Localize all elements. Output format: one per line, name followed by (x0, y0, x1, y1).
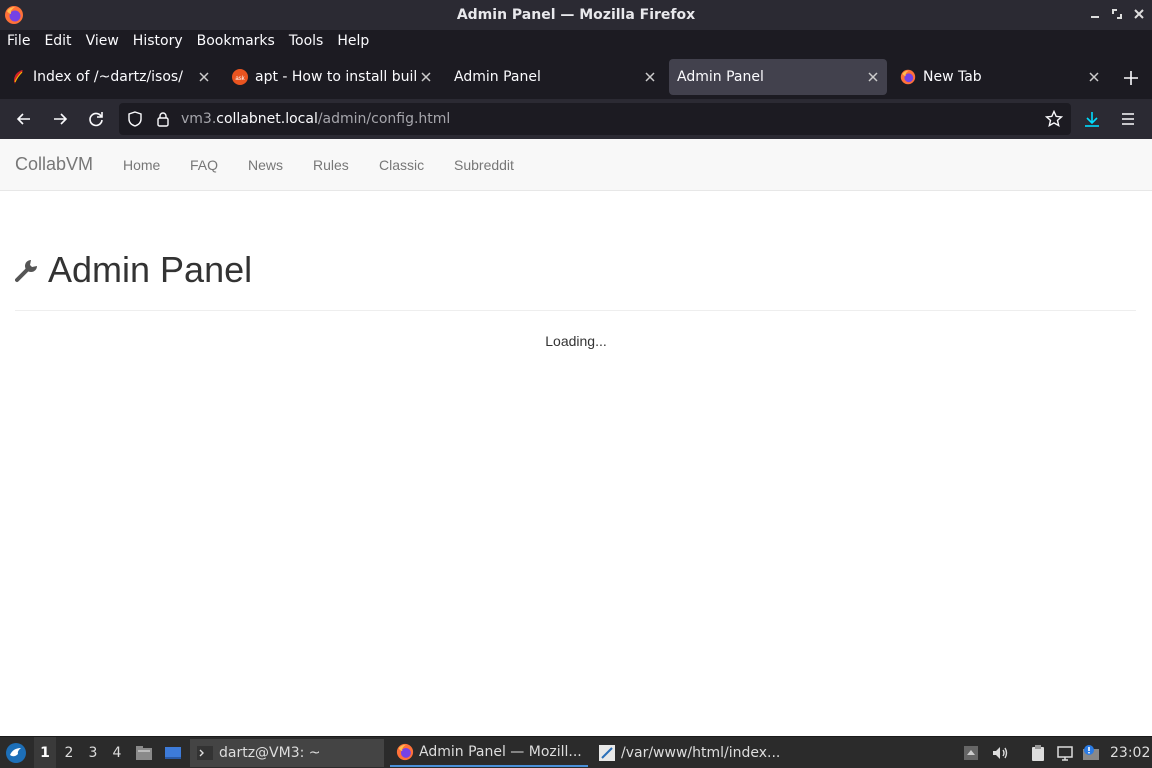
nav-link-classic[interactable]: Classic (379, 157, 424, 173)
menu-edit[interactable]: Edit (44, 33, 71, 49)
tab-close-icon[interactable] (194, 67, 214, 87)
tab-close-icon[interactable] (416, 67, 436, 87)
page-header: Admin Panel (15, 249, 1136, 311)
maximize-icon[interactable] (1110, 7, 1124, 21)
text-editor-icon (598, 744, 616, 762)
tracking-shield-icon[interactable] (127, 111, 143, 127)
loading-text: Loading... (545, 333, 607, 349)
url-bar[interactable]: vm3.collabnet.local/admin/config.html (119, 103, 1071, 135)
nav-link-home[interactable]: Home (123, 157, 160, 173)
nav-link-subreddit[interactable]: Subreddit (454, 157, 514, 173)
apache-feather-icon (10, 69, 26, 85)
menu-help[interactable]: Help (337, 33, 369, 49)
menu-file[interactable]: File (7, 33, 30, 49)
nav-link-rules[interactable]: Rules (313, 157, 349, 173)
start-menu-icon[interactable] (5, 742, 27, 764)
clock: 23:02 (1110, 745, 1151, 761)
bookmark-star-icon[interactable] (1045, 110, 1063, 128)
tab-bar: Index of /~dartz/isos/ ask apt - How to … (0, 57, 1152, 97)
reload-icon[interactable] (86, 109, 106, 129)
tray-arrow-up-icon[interactable] (962, 744, 980, 762)
terminal-icon (196, 744, 214, 762)
tab-admin-panel-2[interactable]: Admin Panel (669, 59, 887, 95)
tab-title: apt - How to install build-essential (255, 69, 416, 85)
firefox-icon (900, 69, 916, 85)
tab-close-icon[interactable] (640, 67, 660, 87)
downloads-icon[interactable] (1082, 109, 1102, 129)
workspace-4[interactable]: 4 (106, 737, 128, 768)
tab-new-tab[interactable]: New Tab (892, 59, 1108, 95)
task-firefox[interactable]: Admin Panel — Mozill... (390, 739, 588, 767)
firefox-icon (396, 743, 414, 761)
desktop-icon[interactable] (163, 743, 183, 763)
site-brand-link[interactable]: CollabVM (15, 154, 93, 175)
back-arrow-icon[interactable] (14, 109, 34, 129)
site-navbar: CollabVM Home FAQ News Rules Classic Sub… (0, 139, 1152, 191)
hamburger-menu-icon[interactable] (1118, 109, 1138, 129)
close-icon[interactable] (1132, 7, 1146, 21)
window-titlebar: Admin Panel — Mozilla Firefox (0, 0, 1152, 30)
menu-bar: File Edit View History Bookmarks Tools H… (0, 30, 1152, 52)
forward-arrow-icon[interactable] (50, 109, 70, 129)
task-label: dartz@VM3: ~ (219, 745, 321, 761)
tab-title: Admin Panel (454, 69, 541, 85)
tab-index-isos[interactable]: Index of /~dartz/isos/ (2, 59, 218, 95)
window-title: Admin Panel — Mozilla Firefox (456, 7, 696, 23)
wrench-icon (15, 259, 39, 283)
tab-title: New Tab (923, 69, 982, 85)
tab-close-icon[interactable] (1084, 67, 1104, 87)
menu-history[interactable]: History (133, 33, 183, 49)
workspace-3[interactable]: 3 (82, 737, 104, 768)
menu-tools[interactable]: Tools (289, 33, 324, 49)
volume-icon[interactable] (991, 744, 1009, 762)
tab-close-icon[interactable] (863, 67, 883, 87)
tab-title: Admin Panel (677, 69, 764, 85)
task-editor[interactable]: /var/www/html/index... (592, 739, 792, 767)
web-content: CollabVM Home FAQ News Rules Classic Sub… (0, 139, 1152, 736)
workspace-2[interactable]: 2 (58, 737, 80, 768)
task-label: Admin Panel — Mozill... (419, 744, 582, 760)
task-terminal[interactable]: dartz@VM3: ~ (190, 739, 384, 767)
navigation-toolbar: vm3.collabnet.local/admin/config.html (0, 99, 1152, 139)
taskbar: 1 2 3 4 dartz@VM3: ~ Admin Panel — Mozil… (0, 736, 1152, 768)
tab-title: Index of /~dartz/isos/ (33, 69, 183, 85)
new-tab-plus-icon[interactable] (1120, 67, 1142, 89)
menu-view[interactable]: View (86, 33, 119, 49)
clipboard-icon[interactable] (1029, 744, 1047, 762)
nav-link-news[interactable]: News (248, 157, 283, 173)
askubuntu-icon: ask (232, 69, 248, 85)
workspace-1[interactable]: 1 (34, 737, 56, 768)
page-title: Admin Panel (48, 249, 253, 290)
network-icon[interactable] (1056, 744, 1074, 762)
nav-link-faq[interactable]: FAQ (190, 157, 218, 173)
lock-icon[interactable] (155, 111, 171, 127)
minimize-icon[interactable] (1088, 7, 1102, 21)
url-text[interactable]: vm3.collabnet.local/admin/config.html (181, 103, 450, 135)
task-label: /var/www/html/index... (621, 745, 781, 761)
file-manager-icon[interactable] (134, 743, 154, 763)
notification-icon[interactable] (1082, 744, 1100, 762)
tab-admin-panel-1[interactable]: Admin Panel (446, 59, 664, 95)
svg-text:ask: ask (235, 76, 245, 82)
menu-bookmarks[interactable]: Bookmarks (197, 33, 275, 49)
tab-askubuntu[interactable]: ask apt - How to install build-essential (224, 59, 440, 95)
